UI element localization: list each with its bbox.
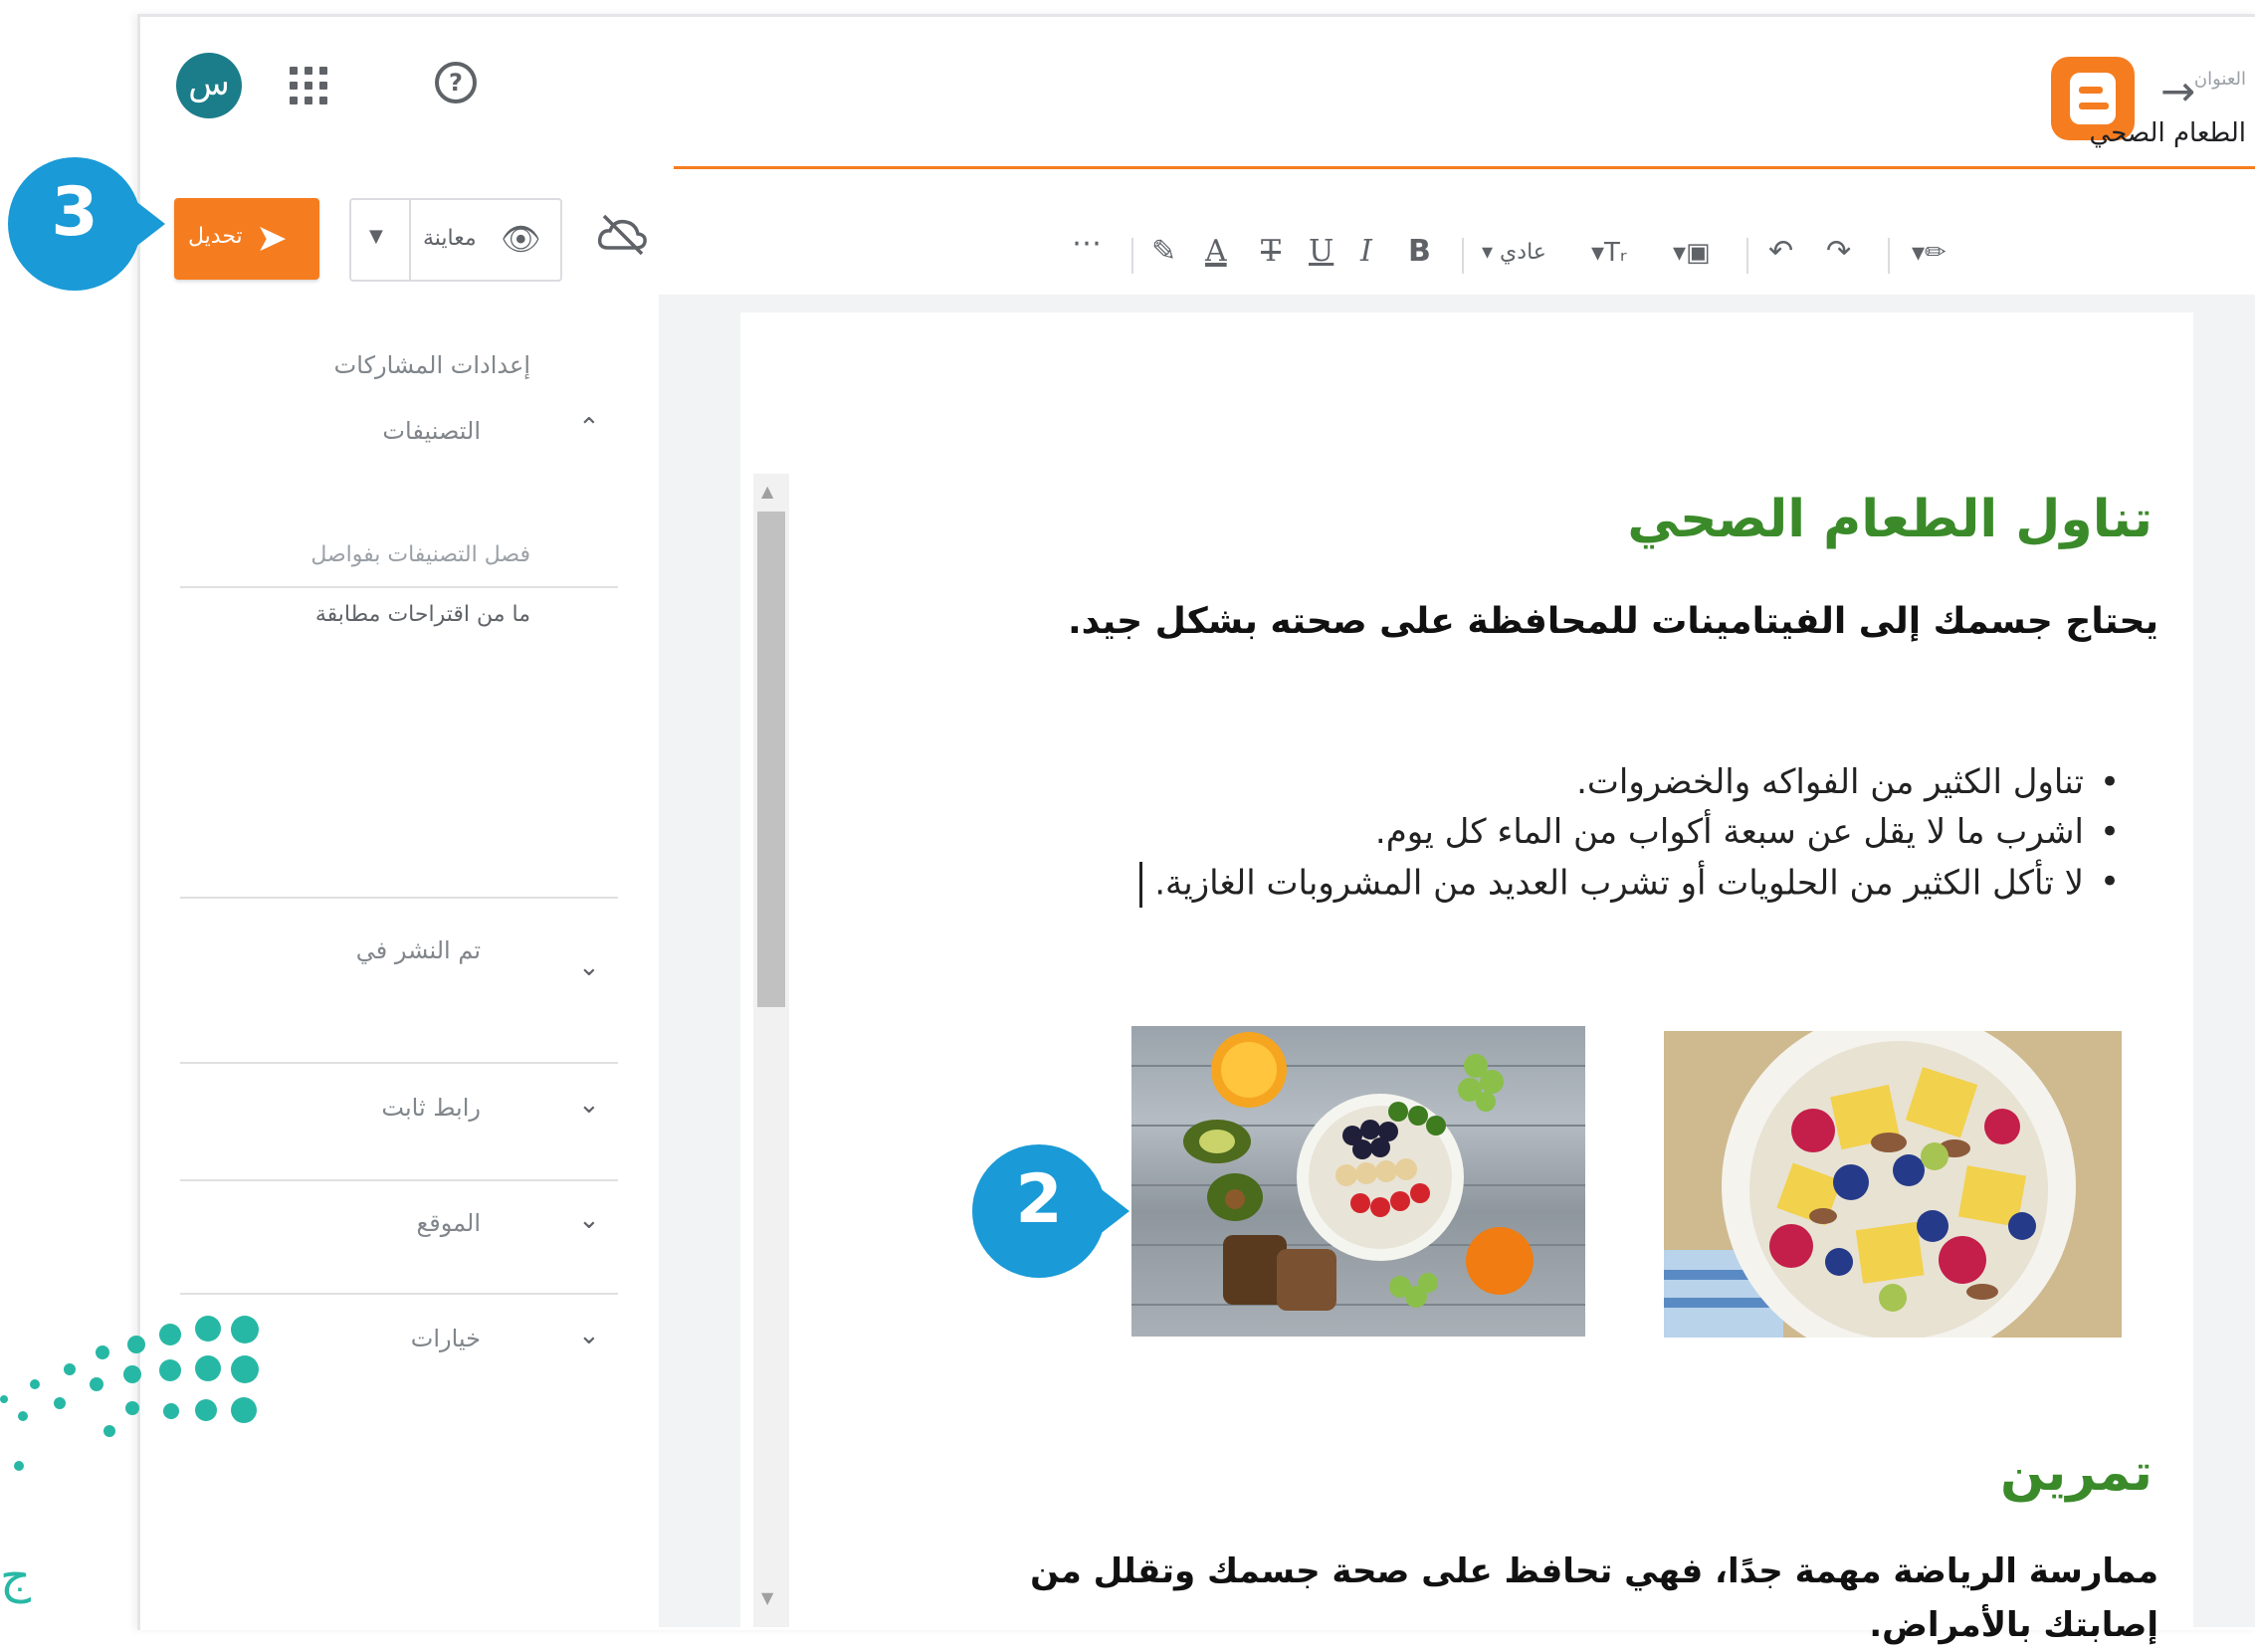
divider bbox=[180, 1293, 618, 1295]
account-avatar[interactable]: س bbox=[176, 53, 242, 118]
list-item-text: لا تأكل الكثير من الحلويات أو تشرب العدي… bbox=[1154, 863, 2084, 904]
paragraph-style-dropdown[interactable]: ▾ عادي bbox=[1482, 240, 1546, 265]
list-item: اشرب ما لا يقل عن سبعة أكواب من الماء كل… bbox=[1139, 812, 2120, 862]
publish-button[interactable]: تحديل ➤ bbox=[174, 198, 319, 280]
edit-mode-icon[interactable]: ▾✏ bbox=[1912, 238, 1947, 268]
post-bullet-list: تناول الكثير من الفواكه والخضروات. اشرب … bbox=[1139, 762, 2120, 912]
title-caption: العنوان bbox=[2193, 69, 2246, 90]
exercise-heading: تمرين bbox=[1999, 1443, 2152, 1503]
post-title-input[interactable]: الطعام الصحي bbox=[2090, 118, 2246, 148]
redo-icon[interactable]: ↷ bbox=[1826, 234, 1851, 269]
preview-button-group: ▼ معاينة 👁 bbox=[349, 198, 562, 282]
preview-dropdown-button[interactable]: ▼ bbox=[351, 200, 411, 280]
location-section[interactable]: الموقع bbox=[417, 1209, 482, 1237]
chevron-down-icon[interactable]: ⌄ bbox=[578, 1090, 600, 1120]
permalink-section[interactable]: رابط ثابت bbox=[381, 1094, 481, 1122]
scrollbar-thumb[interactable] bbox=[757, 512, 785, 1007]
strikethrough-icon[interactable]: T bbox=[1261, 234, 1281, 269]
top-app-bar: س ? → bbox=[140, 17, 2255, 148]
highlight-icon[interactable]: ✎ bbox=[1151, 234, 1176, 269]
post-lead-text: يحتاج جسمك إلى الفيتامينات للمحافظة على … bbox=[1067, 601, 2158, 642]
text-color-icon[interactable]: A bbox=[1205, 234, 1227, 269]
font-size-icon[interactable]: ▾Tᵣ bbox=[1591, 238, 1627, 268]
step-3-callout: 3 bbox=[8, 157, 165, 291]
settings-heading: إعدادات المشاركات bbox=[333, 351, 530, 379]
published-on-section[interactable]: تم النشر في bbox=[356, 936, 481, 964]
chevron-down-icon[interactable]: ⌄ bbox=[578, 952, 600, 982]
breakfast-table-image[interactable] bbox=[1131, 1026, 1585, 1337]
step-2-number: 2 bbox=[1015, 1160, 1063, 1239]
formatting-toolbar: ⋯ ✎ A T U I B ▾ عادي ▾Tᵣ ▾▣ ↶ ↷ ▾✏ bbox=[674, 216, 2255, 294]
eye-icon: 👁 bbox=[501, 220, 541, 258]
underline-icon[interactable]: U bbox=[1309, 234, 1333, 269]
labels-suggestion-note: ما من اقتراحات مطابقة bbox=[314, 602, 530, 627]
title-underline bbox=[674, 166, 2255, 169]
list-item: لا تأكل الكثير من الحلويات أو تشرب العدي… bbox=[1139, 862, 2120, 912]
italic-icon[interactable]: I bbox=[1360, 234, 1372, 269]
chevron-down-icon[interactable]: ⌄ bbox=[578, 1321, 600, 1350]
editor-scrollbar[interactable]: ▲ ▼ bbox=[753, 474, 789, 1627]
send-icon: ➤ bbox=[256, 216, 288, 260]
labels-input[interactable]: فصل التصنيفات بفواصل bbox=[310, 542, 530, 567]
more-icon[interactable]: ⋯ bbox=[1072, 226, 1102, 261]
scroll-down-arrow[interactable]: ▼ bbox=[761, 1588, 773, 1607]
chevron-up-icon[interactable]: ⌃ bbox=[578, 413, 600, 443]
step-2-callout: 2 bbox=[972, 1144, 1129, 1278]
undo-icon[interactable]: ↶ bbox=[1768, 234, 1793, 269]
text-cursor bbox=[1139, 862, 1143, 908]
list-item: تناول الكثير من الفواكه والخضروات. bbox=[1139, 762, 2120, 812]
help-icon[interactable]: ? bbox=[435, 62, 477, 103]
ministry-logo-mark: ج bbox=[0, 1549, 31, 1604]
arrow-right-icon[interactable]: → bbox=[2160, 67, 2195, 115]
chevron-down-icon[interactable]: ⌄ bbox=[578, 1205, 600, 1235]
step-3-number: 3 bbox=[51, 173, 99, 252]
divider bbox=[180, 1179, 618, 1181]
fruit-bowl-image[interactable] bbox=[1664, 1031, 2122, 1338]
paragraph-style-label: عادي bbox=[1500, 240, 1546, 265]
divider bbox=[180, 1062, 618, 1064]
preview-button[interactable]: معاينة bbox=[423, 226, 477, 251]
text-background-icon[interactable]: ▾▣ bbox=[1673, 238, 1711, 268]
divider bbox=[180, 897, 618, 899]
labels-input-underline bbox=[180, 586, 618, 588]
scroll-up-arrow[interactable]: ▲ bbox=[761, 482, 773, 501]
apps-grid-icon[interactable] bbox=[290, 67, 329, 106]
exercise-paragraph: ممارسة الرياضة مهمة جدًا، فهي تحافظ على … bbox=[1030, 1551, 2158, 1645]
chevron-down-icon: ▼ bbox=[369, 226, 383, 247]
options-section[interactable]: خيارات bbox=[411, 1325, 481, 1352]
labels-section-title[interactable]: التصنيفات bbox=[382, 417, 481, 445]
publish-label: تحديل bbox=[188, 224, 243, 249]
ministry-logo-dots bbox=[0, 1302, 269, 1481]
post-heading: تناول الطعام الصحي bbox=[1627, 490, 2152, 549]
bold-icon[interactable]: B bbox=[1408, 234, 1431, 269]
cloud-off-icon bbox=[597, 214, 647, 256]
